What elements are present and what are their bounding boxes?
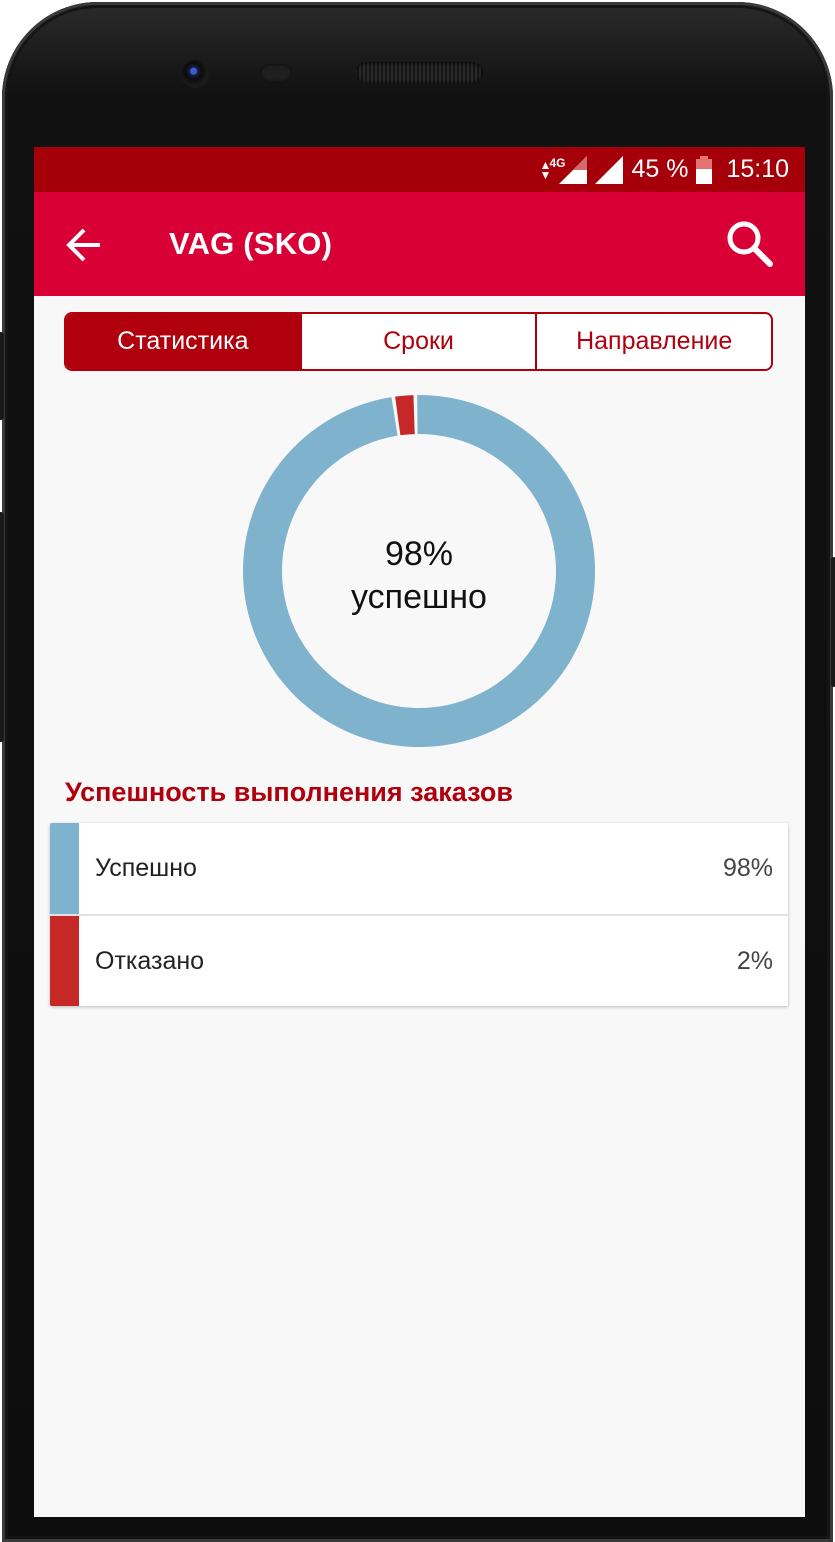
side-button-left: [0, 332, 4, 420]
status-bar: ▲ ▼ 4G 45 % 15:10: [34, 147, 805, 192]
legend-label: Успешно: [95, 854, 197, 882]
list-item[interactable]: Отказано 2%: [50, 916, 788, 1006]
proximity-sensor: [260, 64, 292, 82]
signal-icon: [595, 155, 624, 184]
donut-center-text: 98% успешно: [243, 533, 595, 619]
clock: 15:10: [726, 155, 789, 183]
legend-value: 2%: [736, 946, 773, 975]
donut-caption: успешно: [351, 578, 487, 616]
segmented-tabs: Статистика Сроки Направление: [64, 312, 773, 371]
tab-statistics[interactable]: Статистика: [66, 314, 300, 369]
screen: ▲ ▼ 4G 45 % 15:10 VAG (SKO) Статистика С…: [34, 147, 805, 1517]
search-icon[interactable]: [724, 218, 776, 270]
legend-swatch-rejected: [50, 916, 79, 1006]
tab-direction[interactable]: Направление: [535, 314, 771, 369]
legend-value: 98%: [722, 854, 773, 882]
legend-label: Отказано: [95, 946, 205, 975]
battery-percent: 45 %: [631, 155, 689, 183]
back-arrow-icon[interactable]: [64, 224, 106, 266]
tab-deadlines[interactable]: Сроки: [299, 314, 536, 369]
section-title: Успешность выполнения заказов: [65, 777, 513, 807]
side-button-right: [831, 557, 835, 687]
front-camera: [181, 60, 209, 88]
side-button-left-lower: [0, 512, 4, 742]
donut-percent: 98%: [384, 535, 454, 573]
signal-4g-icon: [559, 155, 588, 184]
earpiece-speaker: [355, 62, 483, 84]
data-arrows-icon: ▲ ▼: [539, 157, 552, 182]
legend-swatch-success: [50, 823, 79, 914]
legend-card: Успешно 98% Отказано 2%: [50, 823, 788, 1006]
list-item[interactable]: Успешно 98%: [50, 823, 788, 916]
donut-slice-rejected: [395, 395, 415, 436]
battery-icon: [696, 155, 713, 184]
app-bar: VAG (SKO): [34, 192, 805, 296]
page-title: VAG (SKO): [169, 226, 333, 261]
